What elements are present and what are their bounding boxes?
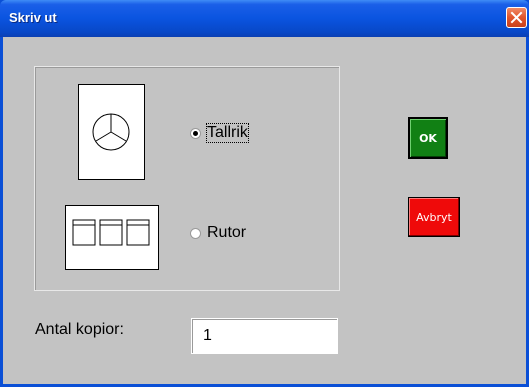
window-title: Skriv ut — [9, 10, 57, 25]
pie-chart-icon — [92, 113, 130, 151]
print-dialog-window: Skriv ut Tallrik Rutor OK Avbryt Antal k… — [0, 0, 529, 387]
copies-input[interactable]: 1 — [191, 318, 338, 354]
ok-button[interactable]: OK — [408, 117, 448, 159]
pie-chart-icon-box — [78, 84, 145, 180]
radio-rutor[interactable]: Rutor — [190, 224, 246, 242]
close-button[interactable] — [506, 7, 527, 28]
cancel-button[interactable]: Avbryt — [408, 197, 460, 237]
grid-tiles-icon-box — [65, 205, 159, 270]
close-icon — [510, 11, 523, 24]
radio-selected-indicator[interactable] — [190, 127, 201, 139]
grid-tiles-icon — [72, 219, 150, 246]
copies-label: Antal kopior: — [35, 321, 124, 338]
radio-unselected-indicator[interactable] — [190, 227, 201, 239]
radio-rutor-label[interactable]: Rutor — [207, 224, 246, 242]
radio-tallrik[interactable]: Tallrik — [190, 123, 249, 143]
radio-tallrik-label[interactable]: Tallrik — [206, 123, 249, 143]
title-bar[interactable]: Skriv ut — [0, 0, 529, 37]
